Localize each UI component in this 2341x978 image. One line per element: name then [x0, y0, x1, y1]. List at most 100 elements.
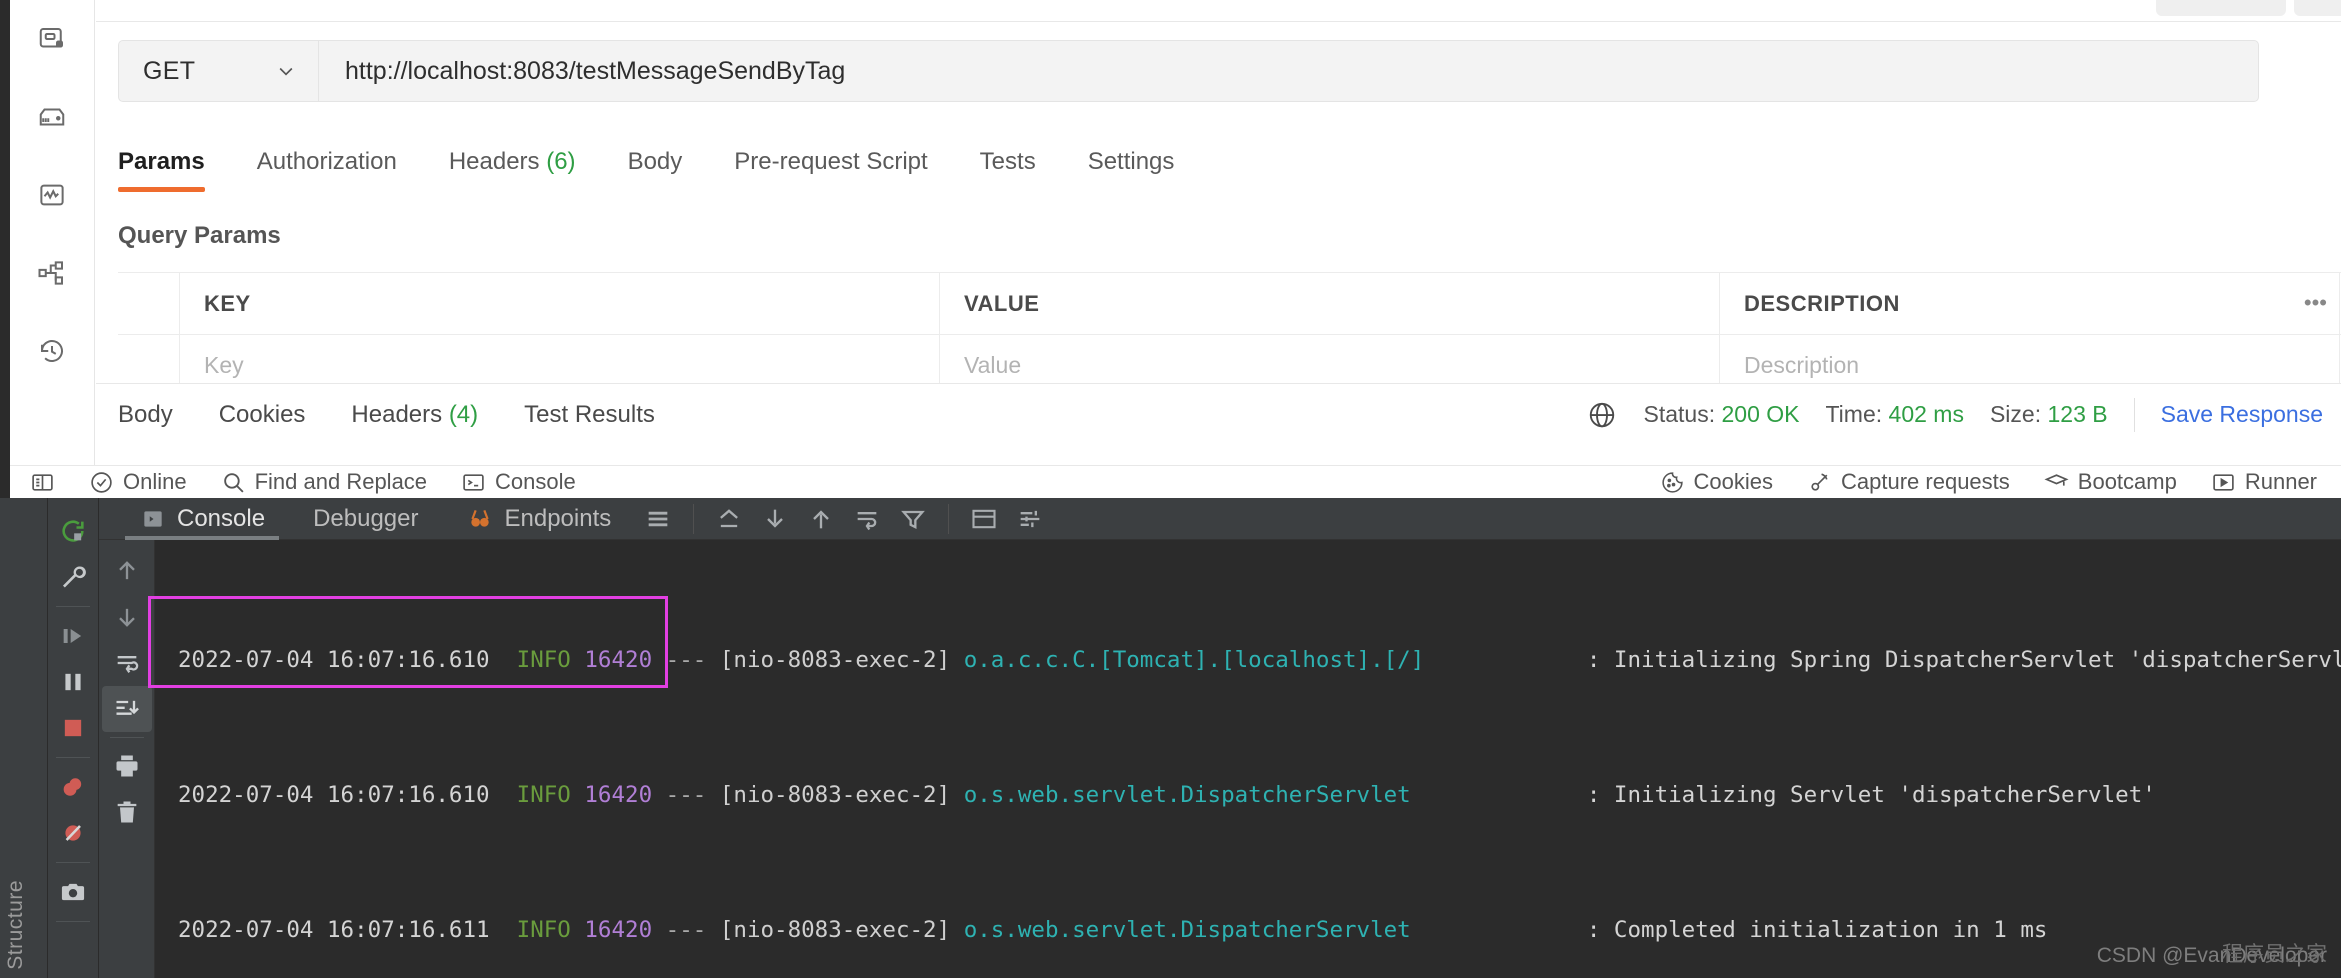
log-line: 2022-07-04 16:07:16.610 INFO 16420 --- […: [178, 647, 2341, 673]
scroll-to-end-icon[interactable]: [101, 686, 152, 732]
response-tab-body[interactable]: Body: [118, 401, 173, 429]
open-tab-ghost-2[interactable]: [2294, 0, 2341, 16]
resume-icon[interactable]: [50, 613, 96, 659]
mute-breakpoints-icon[interactable]: [50, 810, 96, 856]
monitors-icon[interactable]: [35, 178, 69, 212]
idea-tab-endpoints-label: Endpoints: [504, 504, 612, 532]
tab-settings[interactable]: Settings: [1088, 148, 1201, 192]
tab-headers-label: Headers: [448, 148, 540, 175]
find-and-replace-button[interactable]: Find and Replace: [221, 469, 427, 495]
open-tab-ghost-1[interactable]: [2156, 0, 2286, 16]
intellij-window: Structure Console Debugger Endpoints 202…: [0, 498, 2341, 978]
search-icon: [223, 472, 244, 493]
soft-wrap-icon[interactable]: [102, 640, 152, 686]
idea-tab-console[interactable]: Console: [115, 498, 289, 540]
response-tab-cookies-label: Cookies: [218, 400, 306, 428]
status-bar-right: Cookies Capture requests Bootcamp Runner: [1660, 469, 2341, 495]
query-params-title: Query Params: [118, 222, 281, 249]
divider: [693, 503, 695, 534]
response-tab-headers[interactable]: Headers (4): [351, 401, 478, 429]
response-tab-cookies[interactable]: Cookies: [219, 401, 306, 429]
header-key-label: KEY: [204, 290, 251, 316]
settings-icon[interactable]: [1007, 498, 1053, 540]
idea-tab-debugger[interactable]: Debugger: [289, 498, 442, 540]
tab-pre-request-script[interactable]: Pre-request Script: [734, 148, 953, 192]
size-label: Size:: [1989, 401, 2042, 427]
console-output[interactable]: 2022-07-04 16:07:16.610 INFO 16420 --- […: [156, 540, 2341, 978]
print-icon[interactable]: [102, 743, 152, 789]
scroll-to-start-icon[interactable]: [798, 498, 844, 540]
console-side-actions: [99, 540, 155, 978]
status-label: Status:: [1643, 401, 1716, 427]
tab-params-label: Params: [118, 148, 205, 175]
size-value: 123 B: [2047, 401, 2108, 427]
response-tab-test-results[interactable]: Test Results: [524, 401, 655, 429]
status-bar-left: Online Find and Replace Console: [10, 469, 576, 495]
url-input[interactable]: http://localhost:8083/testMessageSendByT…: [318, 40, 2259, 102]
rerun-icon[interactable]: [50, 508, 96, 554]
soft-wrap-icon[interactable]: [844, 498, 890, 540]
log-line: 2022-07-04 16:07:16.610 INFO 16420 --- […: [178, 782, 2156, 808]
idea-left-strip: Structure: [0, 498, 48, 978]
capture-icon: [1811, 472, 1828, 491]
idea-tab-bar: Console Debugger Endpoints: [99, 498, 2341, 540]
scroll-to-end-icon[interactable]: [752, 498, 798, 540]
stop-icon[interactable]: [50, 705, 96, 751]
collections-icon[interactable]: [35, 22, 69, 56]
tab-body-label: Body: [627, 148, 683, 175]
time-label: Time:: [1825, 401, 1883, 427]
table-header-row: KEY VALUE DESCRIPTION •••: [118, 272, 2341, 335]
layout-icon[interactable]: [961, 498, 1007, 540]
status-value: 200 OK: [1721, 401, 1800, 427]
capture-requests-button[interactable]: Capture requests: [1807, 469, 2010, 495]
tab-headers-count: (6): [546, 148, 576, 175]
menu-icon[interactable]: [635, 498, 681, 540]
bulk-edit-icon[interactable]: •••: [2304, 290, 2327, 316]
tab-authorization-label: Authorization: [256, 148, 397, 175]
tab-pre-request-script-label: Pre-request Script: [734, 148, 928, 175]
console-button[interactable]: Console: [461, 469, 576, 495]
camera-icon[interactable]: [50, 869, 96, 915]
cookies-button[interactable]: Cookies: [1660, 469, 1773, 495]
filter-icon[interactable]: [890, 498, 936, 540]
response-tab-body-label: Body: [118, 400, 173, 428]
divider: [56, 606, 90, 607]
divider: [948, 503, 950, 534]
flows-icon[interactable]: [35, 256, 69, 290]
find-and-replace-label: Find and Replace: [254, 469, 428, 494]
trash-icon[interactable]: [102, 789, 152, 835]
pause-icon[interactable]: [50, 659, 96, 705]
window-left-edge: [0, 0, 10, 498]
breakpoints-icon[interactable]: [50, 764, 96, 810]
save-response-button[interactable]: Save Response: [2161, 401, 2323, 428]
postman-status-bar: Online Find and Replace Console Cookies …: [10, 465, 2341, 498]
idea-tab-endpoints[interactable]: Endpoints: [442, 498, 635, 540]
divider: [2133, 397, 2135, 432]
history-icon[interactable]: [35, 334, 69, 368]
bootcamp-icon: [2044, 473, 2069, 486]
runner-label: Runner: [2244, 469, 2317, 494]
description-placeholder: Description: [1744, 352, 1860, 378]
settings-wrench-icon[interactable]: [50, 554, 96, 600]
tab-tests[interactable]: Tests: [980, 148, 1062, 192]
key-placeholder: Key: [204, 352, 244, 378]
tab-authorization[interactable]: Authorization: [257, 148, 423, 192]
tab-params[interactable]: Params: [118, 148, 231, 192]
online-status[interactable]: Online: [89, 469, 187, 495]
response-tabs: Body Cookies Headers (4) Test Results: [96, 401, 655, 429]
structure-tool-button[interactable]: Structure: [4, 880, 28, 970]
status-badge: Status: 200 OK: [1643, 401, 1799, 428]
endpoints-icon: [466, 505, 494, 533]
down-arrow-icon[interactable]: [102, 594, 152, 640]
tab-headers[interactable]: Headers (6): [449, 148, 602, 192]
up-arrow-icon[interactable]: [102, 548, 152, 594]
bootcamp-button[interactable]: Bootcamp: [2044, 469, 2177, 495]
runner-button[interactable]: Runner: [2211, 469, 2317, 495]
method-selector[interactable]: GET: [118, 40, 318, 102]
globe-icon: [1587, 400, 1617, 430]
log-line: 2022-07-04 16:07:16.611 INFO 16420 --- […: [178, 917, 2048, 943]
scroll-to-top-icon[interactable]: [706, 498, 752, 540]
apis-icon[interactable]: [35, 100, 69, 134]
tab-body[interactable]: Body: [628, 148, 709, 192]
sidebar-toggle-icon[interactable]: [30, 470, 55, 495]
